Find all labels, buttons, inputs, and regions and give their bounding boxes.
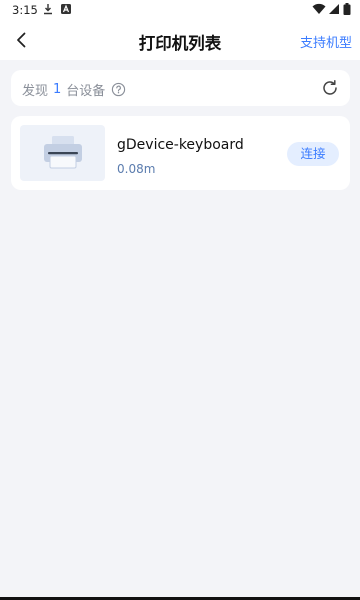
help-circle-icon[interactable] [111, 82, 126, 97]
found-devices-bar: 发现 1 台设备 [11, 70, 350, 106]
found-prefix: 发现 [22, 84, 49, 99]
found-count: 1 [53, 82, 62, 97]
status-time: 3:15 [12, 3, 38, 17]
device-name: gDevice-keyboard [117, 137, 244, 153]
battery-icon [343, 3, 351, 15]
text-icon [61, 4, 71, 14]
wifi-icon [312, 3, 326, 15]
device-distance: 0.08m [117, 162, 156, 176]
supported-models-link[interactable]: 支持机型 [300, 32, 352, 51]
found-devices-summary: 发现 1 台设备 [22, 80, 126, 99]
top-app-bar: 打印机列表 支持机型 [0, 20, 360, 60]
download-icon [44, 4, 52, 15]
connect-button[interactable]: 连接 [287, 142, 339, 166]
printer-icon [44, 136, 82, 169]
device-thumbnail [20, 125, 105, 181]
found-suffix: 台设备 [66, 84, 106, 99]
device-list-item[interactable]: gDevice-keyboard 0.08m 连接 [11, 116, 350, 190]
refresh-icon[interactable] [321, 79, 339, 97]
signal-icon [329, 4, 339, 14]
status-bar: 3:15 [0, 0, 360, 20]
